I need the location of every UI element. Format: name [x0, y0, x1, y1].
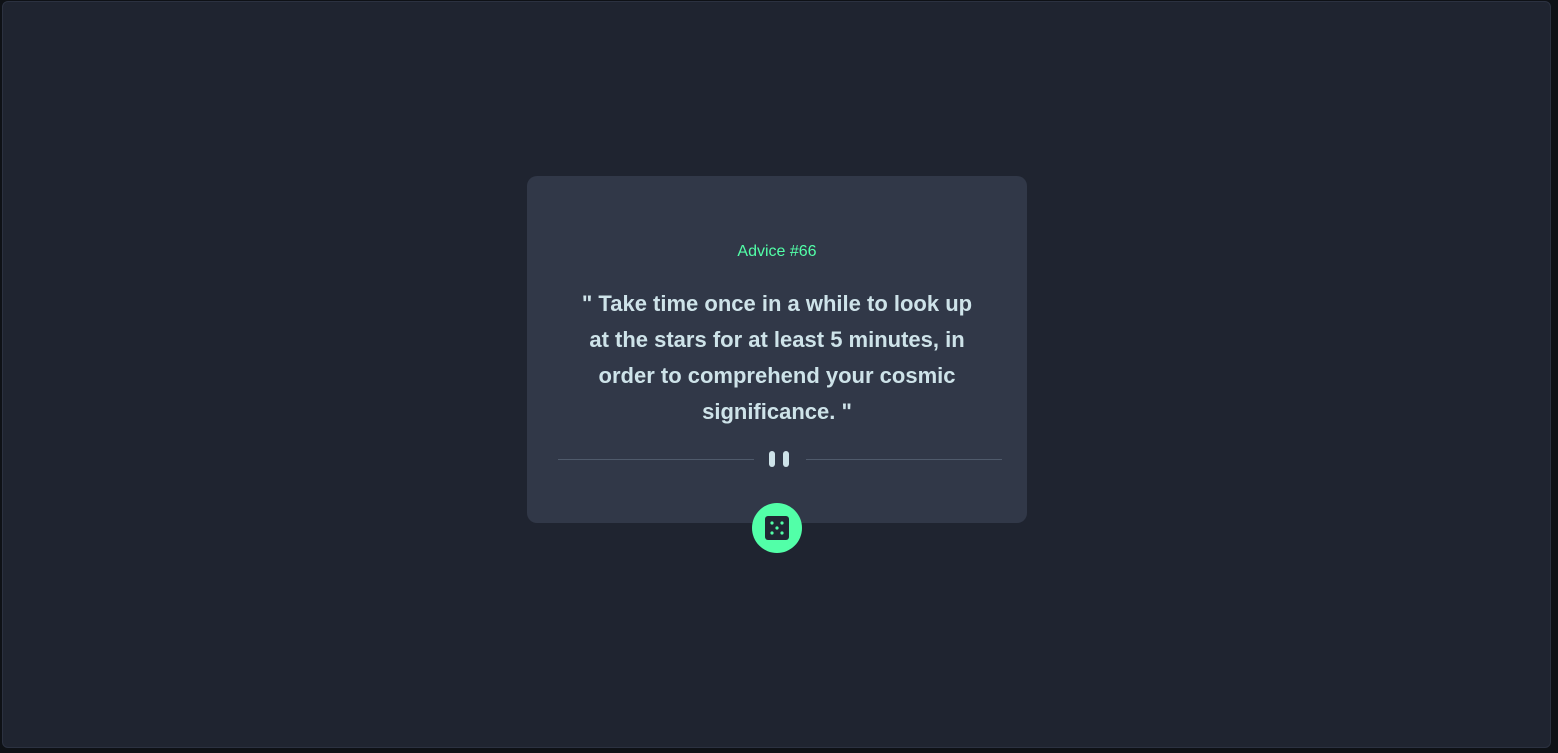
dice-icon [765, 516, 789, 540]
advice-card: Advice #66 " Take time once in a while t… [527, 176, 1027, 523]
pause-icon [769, 451, 791, 467]
advice-quote: " Take time once in a while to look up a… [581, 291, 973, 424]
divider [558, 450, 1002, 468]
divider-line-left [558, 459, 754, 460]
generate-advice-button[interactable] [752, 503, 802, 553]
advice-number: Advice #66 [737, 243, 817, 260]
divider-line-right [806, 459, 1002, 460]
